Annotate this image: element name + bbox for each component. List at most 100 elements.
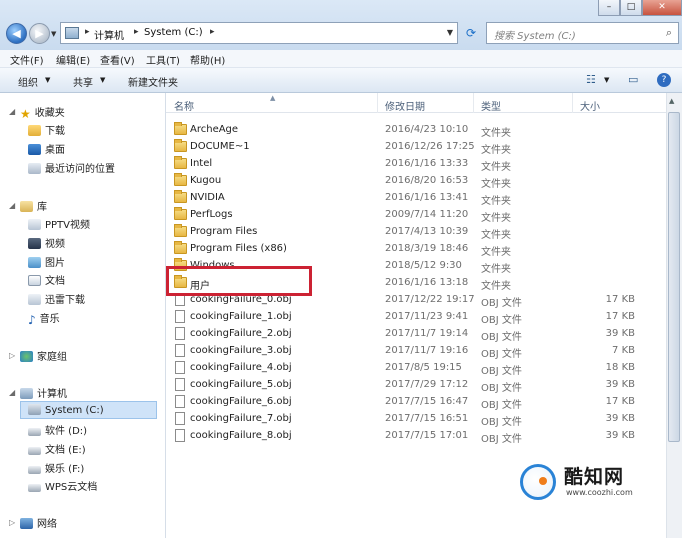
sidebar-item-recent[interactable]: 最近访问的位置 [28, 160, 115, 175]
column-size[interactable]: 大小 [580, 98, 600, 113]
sidebar-network[interactable]: 网络 [20, 515, 57, 530]
menu-help[interactable]: 帮助(H) [190, 52, 225, 67]
column-type[interactable]: 类型 [481, 98, 501, 113]
file-date: 2016/4/23 10:10 [385, 124, 469, 135]
column-date-modified[interactable]: 修改日期 [385, 98, 425, 113]
column-divider[interactable] [377, 93, 378, 113]
pictures-icon [28, 257, 41, 268]
maximize-button[interactable]: □ [620, 0, 642, 16]
file-row[interactable]: Intel 2016/1/16 13:33 文件夹 [166, 156, 636, 173]
sidebar-item-drive-c[interactable]: System (C:) [28, 404, 104, 416]
address-bar[interactable]: ▸ 计算机 ▸ System (C:) ▸ ▼ [60, 22, 458, 44]
menu-edit[interactable]: 编辑(E) [56, 52, 90, 67]
folder-icon [174, 207, 187, 220]
view-dropdown-icon[interactable]: ▼ [604, 76, 609, 84]
file-date: 2017/7/15 16:47 [385, 396, 469, 407]
annotation-highlight-box [166, 266, 312, 296]
file-row[interactable]: Program Files 2017/4/13 10:39 文件夹 [166, 224, 636, 241]
column-divider[interactable] [572, 93, 573, 113]
search-box[interactable]: 搜索 System (C:) ⌕ [486, 22, 679, 44]
recent-pages-dropdown[interactable]: ▼ [51, 30, 56, 38]
sidebar-item-music[interactable]: ♪ 音乐 [28, 310, 60, 327]
computer-icon [20, 388, 33, 399]
computer-icon [65, 27, 79, 39]
column-divider[interactable] [473, 93, 474, 113]
expand-arrow-icon[interactable]: ▷ [9, 351, 15, 360]
sidebar-label: 音乐 [39, 314, 60, 325]
collapse-arrow-icon[interactable]: ◢ [9, 201, 15, 210]
folder-icon [174, 156, 187, 169]
address-dropdown-icon[interactable]: ▼ [447, 28, 453, 37]
sidebar-label: 迅雷下载 [45, 295, 85, 306]
breadcrumb-computer[interactable]: 计算机 [94, 27, 124, 42]
sidebar-homegroup[interactable]: 家庭组 [20, 348, 67, 363]
organize-dropdown-icon[interactable]: ▼ [45, 76, 50, 84]
back-button[interactable]: ◀ [6, 23, 27, 44]
refresh-icon[interactable]: ⟳ [461, 23, 481, 43]
sidebar-libraries[interactable]: 库 [20, 198, 47, 213]
file-row[interactable]: Kugou 2016/8/20 16:53 文件夹 [166, 173, 636, 190]
sidebar-item-downloads[interactable]: 下载 [28, 122, 65, 137]
network-icon [20, 518, 33, 529]
menu-tools[interactable]: 工具(T) [146, 52, 180, 67]
scrollbar-thumb[interactable] [668, 112, 680, 442]
breadcrumb-chevron-icon[interactable]: ▸ [134, 27, 139, 37]
column-name[interactable]: 名称 [174, 98, 194, 113]
sidebar-item-drive-f[interactable]: 娱乐 (F:) [28, 460, 84, 475]
file-row[interactable]: ArcheAge 2016/4/23 10:10 文件夹 [166, 122, 636, 139]
sidebar-item-desktop[interactable]: 桌面 [28, 141, 65, 156]
scroll-up-arrow-icon[interactable]: ▲ [669, 97, 674, 105]
preview-pane-icon[interactable]: ▭ [628, 73, 638, 86]
sort-ascending-icon: ▲ [270, 94, 276, 102]
collapse-arrow-icon[interactable]: ◢ [9, 388, 15, 397]
file-type: 文件夹 [481, 196, 511, 207]
file-row[interactable]: cookingFailure_5.obj 2017/7/29 17:12 OBJ 文… [166, 377, 636, 394]
file-date: 2017/7/15 16:51 [385, 413, 469, 424]
sidebar-item-videos[interactable]: 视频 [28, 235, 65, 250]
sidebar-item-wps-cloud[interactable]: WPS云文档 [28, 478, 97, 493]
sidebar-label: 软件 (D:) [45, 426, 88, 437]
documents-icon [28, 275, 41, 286]
new-folder-button[interactable]: 新建文件夹 [128, 74, 178, 89]
sidebar-computer[interactable]: 计算机 [20, 385, 67, 400]
file-date: 2017/7/15 17:01 [385, 430, 469, 441]
search-icon[interactable]: ⌕ [666, 26, 672, 40]
breadcrumb-system-c[interactable]: System (C:) [144, 27, 203, 38]
file-row[interactable]: cookingFailure_6.obj 2017/7/15 16:47 OBJ 文… [166, 394, 636, 411]
file-row[interactable]: DOCUME~1 2016/12/26 17:25 文件夹 [166, 139, 636, 156]
view-options-icon[interactable]: ☷ [586, 73, 596, 86]
sidebar-item-drive-d[interactable]: 软件 (D:) [28, 422, 87, 437]
menu-file[interactable]: 文件(F) [10, 52, 44, 67]
file-row[interactable]: PerfLogs 2009/7/14 11:20 文件夹 [166, 207, 636, 224]
file-row[interactable]: cookingFailure_3.obj 2017/11/7 19:16 OBJ 文… [166, 343, 636, 360]
expand-arrow-icon[interactable]: ▷ [9, 518, 15, 527]
file-row[interactable]: cookingFailure_1.obj 2017/11/23 9:41 OBJ 文… [166, 309, 636, 326]
minimize-button[interactable]: – [598, 0, 620, 16]
file-row[interactable]: NVIDIA 2016/1/16 13:41 文件夹 [166, 190, 636, 207]
file-name: DOCUME~1 [190, 141, 250, 152]
breadcrumb-chevron-icon[interactable]: ▸ [85, 27, 90, 37]
drive-icon [28, 428, 41, 436]
menu-view[interactable]: 查看(V) [100, 52, 135, 67]
share-button[interactable]: 共享 [73, 74, 93, 89]
sidebar-item-pptv[interactable]: PPTV视频 [28, 216, 90, 231]
file-row[interactable]: cookingFailure_2.obj 2017/11/7 19:14 OBJ 文… [166, 326, 636, 343]
file-row[interactable]: cookingFailure_4.obj 2017/8/5 19:15 OBJ 文件… [166, 360, 636, 377]
help-icon[interactable]: ? [657, 73, 671, 87]
file-row[interactable]: Program Files (x86) 2018/3/19 18:46 文件夹 [166, 241, 636, 258]
sidebar-item-drive-e[interactable]: 文档 (E:) [28, 441, 86, 456]
organize-button[interactable]: 组织 [18, 74, 38, 89]
file-row[interactable]: cookingFailure_8.obj 2017/7/15 17:01 OBJ 文… [166, 428, 636, 445]
breadcrumb-chevron-icon[interactable]: ▸ [210, 27, 215, 37]
sidebar-item-documents[interactable]: 文档 [28, 272, 65, 287]
system-drive-icon [28, 404, 41, 415]
sidebar-favorites[interactable]: ★ 收藏夹 [20, 104, 65, 121]
forward-button[interactable]: ▶ [29, 23, 50, 44]
sidebar-item-xunlei[interactable]: 迅雷下载 [28, 291, 85, 306]
collapse-arrow-icon[interactable]: ◢ [9, 107, 15, 116]
file-date: 2018/5/12 9:30 [385, 260, 462, 271]
file-row[interactable]: cookingFailure_7.obj 2017/7/15 16:51 OBJ 文… [166, 411, 636, 428]
share-dropdown-icon[interactable]: ▼ [100, 76, 105, 84]
close-button[interactable]: ✕ [642, 0, 682, 16]
sidebar-item-pictures[interactable]: 图片 [28, 254, 65, 269]
